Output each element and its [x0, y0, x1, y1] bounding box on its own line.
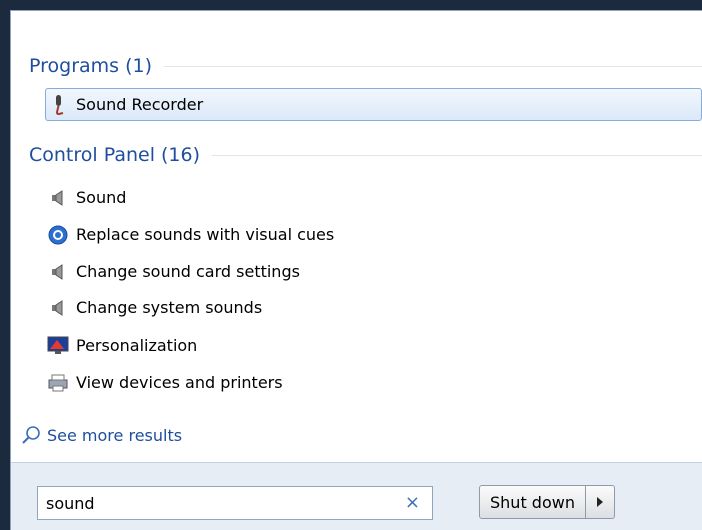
microphone-icon [46, 93, 70, 117]
cp-item-label: View devices and printers [76, 373, 283, 392]
cp-item-devices-printers[interactable]: View devices and printers [46, 368, 702, 397]
cp-item-label: Sound [76, 188, 127, 207]
programs-header: Programs (1) [29, 53, 702, 79]
cp-item-label: Change sound card settings [76, 262, 300, 281]
program-item-label: Sound Recorder [76, 95, 204, 114]
cp-item-label: Personalization [76, 336, 198, 355]
search-icon [21, 425, 41, 445]
cp-item-sound[interactable]: Sound [46, 183, 702, 212]
cp-item-personalization[interactable]: Personalization [46, 331, 702, 360]
printer-icon [46, 371, 70, 395]
ease-of-access-icon [46, 223, 70, 247]
clear-search-icon[interactable]: × [405, 492, 420, 513]
program-item-sound-recorder[interactable]: Sound Recorder [45, 88, 702, 121]
speaker-icon [46, 186, 70, 210]
cp-item-system-sounds[interactable]: Change system sounds [46, 293, 702, 322]
monitor-icon [46, 334, 70, 358]
arrow-right-icon [596, 497, 603, 507]
control-panel-header: Control Panel (16) [29, 142, 702, 168]
control-panel-header-label: Control Panel (16) [29, 144, 201, 166]
cp-item-label: Replace sounds with visual cues [76, 225, 335, 244]
search-input-value: sound [46, 493, 95, 513]
cp-item-visual-cues[interactable]: Replace sounds with visual cues [46, 220, 702, 249]
shutdown-button[interactable]: Shut down [480, 486, 586, 518]
speaker-icon [46, 296, 70, 320]
see-more-results-link[interactable]: See more results [21, 425, 182, 445]
programs-header-label: Programs (1) [29, 55, 153, 77]
cp-item-sound-card[interactable]: Change sound card settings [46, 257, 702, 286]
control-panel-divider [212, 154, 702, 156]
see-more-label: See more results [47, 425, 183, 445]
start-menu: Programs (1) Sound Recorder Control Pane… [10, 10, 702, 530]
search-input[interactable]: sound × [37, 486, 433, 520]
cp-item-label: Change system sounds [76, 298, 263, 317]
shutdown-options-button[interactable] [586, 486, 614, 518]
start-menu-bottom-bar: sound × Shut down [11, 462, 702, 530]
programs-divider [164, 65, 702, 67]
speaker-icon [46, 260, 70, 284]
shutdown-button-group: Shut down [479, 485, 615, 519]
